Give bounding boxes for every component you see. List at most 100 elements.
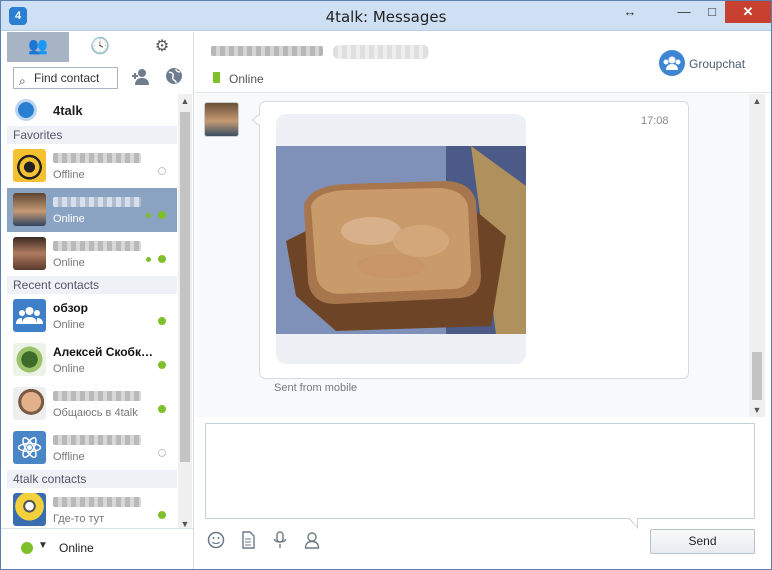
scrollbar-thumb[interactable] xyxy=(752,352,762,400)
chat-scrollbar[interactable]: ▲ ▼ xyxy=(749,94,765,417)
presence-online-icon xyxy=(158,255,166,263)
bubble-tail-fill xyxy=(253,114,261,126)
contact-status: Где-то тут xyxy=(53,513,105,525)
message-history: 17:08 Sent from mobile xyxy=(195,94,749,417)
groupchat-label: Groupchat xyxy=(689,57,746,71)
app-window: 4 4talk: Messages ↔ — □ ✕ 👥 🕓 ⚙ ⌕ Find c… xyxy=(0,0,772,570)
contact-row[interactable]: Online xyxy=(7,232,177,276)
tab-contacts[interactable]: 👥 xyxy=(7,32,69,62)
message-bubble: 17:08 xyxy=(259,101,689,379)
file-icon[interactable] xyxy=(238,531,258,551)
contact-status: Offline xyxy=(53,451,85,463)
groupchat-button[interactable]: Groupchat xyxy=(657,50,767,78)
contact-status: Online xyxy=(53,319,85,331)
contact-row[interactable]: Offline xyxy=(7,144,177,188)
photo-image[interactable] xyxy=(276,146,526,334)
add-contact-icon[interactable] xyxy=(131,68,151,91)
my-status-icon[interactable] xyxy=(21,542,33,554)
contact-name xyxy=(53,241,141,251)
contact-status: Offline xyxy=(53,169,85,181)
contacts-icon: 👥 xyxy=(28,38,48,55)
contact-name xyxy=(53,153,141,163)
contact-row[interactable]: обзор Online xyxy=(7,294,177,338)
compose-tail-fill xyxy=(629,517,637,527)
minimize-button[interactable]: — xyxy=(669,1,699,23)
contact-status: Online xyxy=(53,213,85,225)
sidebar: 👥 🕓 ⚙ ⌕ Find contact 4talk Favorites Off… xyxy=(1,32,194,569)
presence-offline-icon xyxy=(158,167,166,175)
contact-row[interactable]: Offline xyxy=(7,426,177,470)
status-bar: ▼ Online xyxy=(1,528,193,568)
title-bar: 4 4talk: Messages ↔ — □ ✕ xyxy=(1,1,771,31)
sidebar-tabs: 👥 🕓 ⚙ xyxy=(7,32,193,62)
message-input[interactable] xyxy=(205,423,755,519)
avatar xyxy=(13,237,46,270)
resize-icon[interactable]: ↔ xyxy=(615,1,645,23)
avatar xyxy=(13,149,46,182)
avatar xyxy=(13,493,46,526)
smiley-icon[interactable] xyxy=(206,531,226,551)
presence-online-icon xyxy=(158,317,166,325)
service-label: 4talk xyxy=(53,103,83,118)
my-status-label[interactable]: Online xyxy=(59,541,94,555)
avatar xyxy=(13,193,46,226)
peer-login xyxy=(333,45,429,59)
tab-settings[interactable]: ⚙ xyxy=(131,32,193,62)
mobile-phone-icon xyxy=(213,72,220,83)
search-icon: ⌕ xyxy=(19,74,26,88)
search-row: ⌕ Find contact xyxy=(13,67,193,91)
mobile-indicator-icon xyxy=(146,213,151,218)
contact-row[interactable]: Где-то тут xyxy=(7,488,177,531)
group-header-favorites[interactable]: Favorites xyxy=(7,126,177,144)
clock-icon: 🕓 xyxy=(90,38,110,55)
presence-online-icon xyxy=(158,405,166,413)
contact-status: Общаюсь в 4talk xyxy=(53,407,138,419)
scroll-up-arrow-icon[interactable]: ▲ xyxy=(178,94,192,108)
contact-status: Online xyxy=(53,363,85,375)
close-button[interactable]: ✕ xyxy=(725,1,771,23)
contact-icon[interactable] xyxy=(302,531,322,551)
contact-row-selected[interactable]: Online xyxy=(7,188,177,232)
presence-online-icon xyxy=(158,361,166,369)
presence-offline-icon xyxy=(158,449,166,457)
photo-attachment[interactable] xyxy=(276,114,526,364)
contact-status: Online xyxy=(53,257,85,269)
group-avatar-icon xyxy=(13,299,46,332)
message-footer: Sent from mobile xyxy=(274,382,358,394)
service-row-4talk[interactable]: 4talk xyxy=(7,94,177,126)
search-input[interactable]: ⌕ Find contact xyxy=(13,67,118,89)
scrollbar-thumb[interactable] xyxy=(180,112,190,462)
presence-online-icon xyxy=(158,211,166,219)
groupchat-icon xyxy=(659,50,685,76)
globe-icon[interactable] xyxy=(165,67,183,90)
peer-status: Online xyxy=(229,72,264,86)
contact-list: 4talk Favorites Offline Online Online Re… xyxy=(7,94,177,531)
search-placeholder: Find contact xyxy=(34,71,100,85)
mobile-indicator-icon xyxy=(146,257,151,262)
contact-name: Алексей Скобк… xyxy=(53,345,153,358)
contact-row[interactable]: Алексей Скобк… Online xyxy=(7,338,177,382)
presence-online-icon xyxy=(158,511,166,519)
send-button[interactable]: Send xyxy=(650,529,755,554)
avatar xyxy=(13,387,46,420)
tab-history[interactable]: 🕓 xyxy=(69,32,131,62)
message-time: 17:08 xyxy=(641,115,669,127)
window-title: 4talk: Messages xyxy=(325,8,447,26)
gear-icon: ⚙ xyxy=(154,38,170,55)
contact-name xyxy=(53,391,141,401)
conversation-header: Online Groupchat xyxy=(195,32,771,93)
contact-name xyxy=(53,435,141,445)
contact-name: обзор xyxy=(53,301,88,314)
contact-list-scrollbar[interactable]: ▲ ▼ xyxy=(178,94,192,531)
peer-name xyxy=(211,46,323,56)
atom-avatar-icon xyxy=(13,431,46,464)
group-header-4talk[interactable]: 4talk contacts xyxy=(7,470,177,488)
microphone-icon[interactable] xyxy=(270,531,290,551)
maximize-button[interactable]: □ xyxy=(697,1,727,23)
scroll-down-arrow-icon[interactable]: ▼ xyxy=(749,403,765,417)
chevron-down-icon[interactable]: ▼ xyxy=(38,540,48,551)
sender-avatar[interactable] xyxy=(204,102,239,137)
contact-row[interactable]: Общаюсь в 4talk xyxy=(7,382,177,426)
scroll-up-arrow-icon[interactable]: ▲ xyxy=(749,94,765,108)
group-header-recent[interactable]: Recent contacts xyxy=(7,276,177,294)
